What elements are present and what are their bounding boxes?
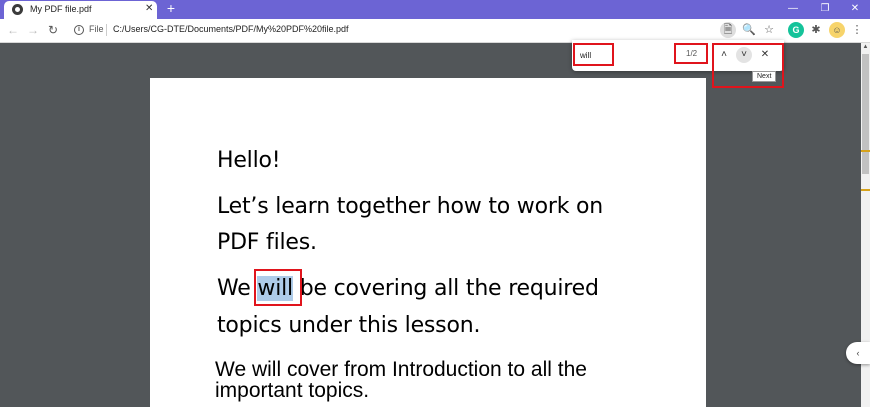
pdf-text-segment: We — [217, 276, 258, 301]
pdf-page: Hello! Let’s learn together how to work … — [150, 78, 706, 407]
annotation-box-nav — [712, 43, 784, 88]
browser-tab[interactable]: My PDF file.pdf ✕ — [4, 1, 157, 19]
address-bar[interactable]: C:/Users/CG-DTE/Documents/PDF/My%20PDF%2… — [113, 24, 349, 34]
tab-close-icon[interactable]: ✕ — [145, 3, 153, 15]
address-separator — [106, 24, 107, 36]
pdf-line-hello: Hello! — [217, 148, 281, 173]
pdf-line-learn: Let’s learn together how to work on — [217, 194, 604, 219]
zoom-icon[interactable]: 🔍 — [741, 22, 757, 38]
pdf-line-topics: topics under this lesson. — [217, 313, 481, 338]
restore-icon[interactable]: ❐ — [810, 0, 840, 19]
find-result-marker — [861, 189, 870, 191]
minimize-icon[interactable]: — — [778, 0, 808, 19]
back-icon[interactable]: ← — [5, 22, 21, 38]
tab-title: My PDF file.pdf — [30, 4, 92, 14]
pdf-line-pdf-files: PDF files. — [217, 230, 317, 255]
scroll-up-icon[interactable]: ▲ — [861, 43, 870, 52]
close-window-icon[interactable]: ✕ — [840, 0, 870, 19]
profile-avatar-icon[interactable]: ☺ — [829, 22, 845, 38]
grammarly-icon[interactable]: G — [788, 22, 804, 38]
find-result-marker — [861, 150, 870, 152]
side-panel-toggle-icon[interactable]: ‹ — [846, 342, 870, 364]
pdf-text-segment: be covering all the required — [292, 276, 599, 301]
forward-icon[interactable]: → — [25, 22, 41, 38]
annotation-box-match — [254, 269, 302, 306]
scheme-label: File — [89, 24, 104, 34]
reload-icon[interactable]: ↻ — [45, 22, 61, 38]
menu-icon[interactable]: ⋮ — [849, 22, 865, 38]
title-bar: My PDF file.pdf ✕ + — ❐ ✕ — [0, 0, 870, 19]
bookmark-star-icon[interactable]: ☆ — [761, 22, 777, 38]
globe-icon — [12, 4, 23, 15]
info-icon[interactable]: i — [74, 25, 84, 35]
extensions-icon[interactable]: ✱ — [808, 22, 824, 38]
pdf-line-important: important topics. — [215, 379, 370, 402]
annotation-box-count — [674, 43, 708, 64]
new-tab-button[interactable]: + — [163, 0, 179, 18]
scroll-thumb[interactable] — [862, 54, 869, 174]
annotation-box-query — [573, 43, 614, 66]
pdf-line-introduction: We will cover from Introduction to all t… — [215, 358, 587, 381]
pdf-icon[interactable]: 🗎 — [720, 22, 736, 38]
